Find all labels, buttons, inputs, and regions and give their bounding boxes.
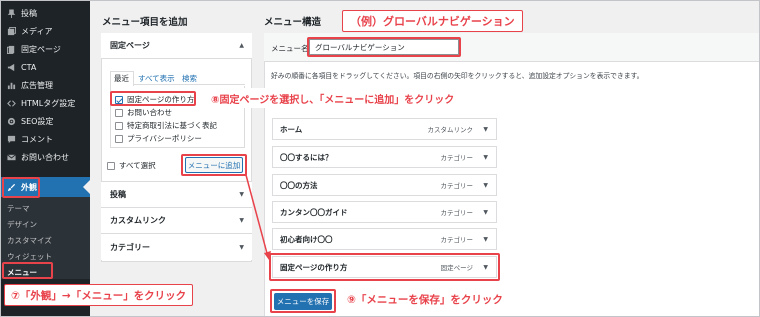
highlight-page-checkbox [110, 91, 196, 106]
checkbox[interactable] [115, 121, 123, 130]
submenu-item-customize[interactable]: カスタマイズ [7, 235, 52, 246]
checkbox[interactable] [107, 161, 115, 170]
caret-down-icon: ▼ [239, 191, 244, 198]
highlight-add-button [181, 154, 247, 176]
caret-up-icon: ▲ [239, 42, 244, 49]
pages-section-title: 固定ページ [110, 41, 150, 50]
sidebar-item-posts[interactable]: 投稿 [1, 4, 90, 22]
page-label: プライバシーポリシー [127, 134, 202, 143]
categories-accordion-header[interactable]: カテゴリー ▼ [101, 234, 252, 260]
sidebar-item-seo[interactable]: SEO設定 [1, 112, 90, 130]
pages-icon [6, 44, 16, 54]
caret-down-icon[interactable]: ▼ [483, 209, 488, 216]
sidebar-item-label: 投稿 [21, 8, 37, 18]
checkbox[interactable] [115, 108, 123, 117]
menu-name-label: メニュー名 [271, 44, 309, 53]
menu-item-label: 〇〇の方法 [280, 180, 318, 190]
checkbox[interactable] [115, 134, 123, 143]
menu-item[interactable]: 〇〇の方法 カテゴリー ▼ [272, 174, 497, 196]
page-checkbox-row[interactable]: お問い合わせ [115, 107, 172, 118]
megaphone-icon [6, 62, 16, 72]
callout-menu-name: （例）グローバルナビゲーション [342, 10, 523, 32]
sidebar-item-contact[interactable]: お問い合わせ [1, 148, 90, 166]
gear-icon [6, 116, 16, 126]
custom-links-accordion-header[interactable]: カスタムリンク ▼ [101, 208, 252, 234]
section-title: カスタムリンク [110, 216, 166, 225]
code-icon [6, 98, 16, 108]
sidebar-item-label: 固定ページ [21, 44, 61, 54]
callout-step7: ⑦「外観」→「メニュー」をクリック [4, 284, 194, 306]
menu-item-type: カテゴリー [440, 209, 474, 217]
pages-accordion-header[interactable]: 固定ページ ▲ [101, 33, 252, 59]
drag-instruction: 好みの順番に各項目をドラッグしてください。項目の右側の矢印をクリックすると、追加… [271, 72, 644, 80]
caret-down-icon[interactable]: ▼ [483, 154, 488, 161]
page-label: お問い合わせ [127, 108, 172, 117]
screenshot-frame: 投稿 メディア 固定ページ CTA 広告管理 HTMLタグ設定 SEO設定 コメ… [0, 0, 760, 317]
sidebar-item-ads[interactable]: 広告管理 [1, 76, 90, 94]
highlight-new-menu-item [269, 253, 500, 281]
caret-down-icon[interactable]: ▼ [483, 236, 488, 243]
page-checkbox-row[interactable]: 特定商取引法に基づく表記 [115, 120, 217, 131]
select-all-row[interactable]: すべて選択 [107, 160, 156, 171]
highlight-menus [2, 262, 53, 279]
pin-icon [6, 8, 16, 18]
sidebar-item-cta[interactable]: CTA [1, 58, 90, 76]
caret-down-icon: ▼ [239, 243, 244, 251]
section-title: 投稿 [110, 190, 126, 199]
sidebar-item-comments[interactable]: コメント [1, 130, 90, 148]
page-label: 特定商取引法に基づく表記 [127, 121, 217, 130]
sidebar-item-label: コメント [21, 134, 53, 144]
menu-item[interactable]: ホーム カスタムリンク ▼ [272, 118, 497, 140]
highlight-appearance [2, 177, 40, 198]
callout-step9: ⑨「メニューを保存」をクリック [341, 289, 509, 309]
menu-item-label: ホーム [280, 124, 303, 134]
callout-step8: ⑧固定ページを選択し、「メニューに追加」をクリック [205, 88, 461, 108]
menu-item[interactable]: カンタン〇〇ガイド カテゴリー ▼ [272, 201, 497, 223]
tab-view-all[interactable]: すべて表示 [138, 73, 175, 84]
caret-down-icon[interactable]: ▼ [483, 182, 488, 189]
submenu-item-themes[interactable]: テーマ [7, 203, 30, 214]
submenu-item-widgets[interactable]: ウィジェット [7, 251, 52, 262]
caret-down-icon[interactable]: ▼ [483, 126, 488, 133]
menu-item-type: カテゴリー [440, 236, 474, 244]
sidebar-item-html-tags[interactable]: HTMLタグ設定 [1, 94, 90, 112]
menu-item[interactable]: 〇〇するには？ カテゴリー ▼ [272, 146, 497, 168]
highlight-save-button [270, 289, 336, 313]
menu-item-type: カテゴリー [440, 154, 474, 162]
menu-item-label: 初心者向け〇〇 [280, 234, 333, 244]
sidebar-item-label: メディア [21, 26, 53, 36]
sidebar-item-label: HTMLタグ設定 [21, 98, 76, 108]
caret-down-icon: ▼ [239, 217, 244, 224]
menu-structure-heading: メニュー構造 [264, 17, 322, 28]
sidebar-item-label: SEO設定 [21, 116, 54, 126]
select-all-label: すべて選択 [119, 161, 156, 170]
posts-accordion-header[interactable]: 投稿 ▼ [101, 182, 252, 208]
mail-icon [6, 152, 16, 162]
add-items-heading: メニュー項目を追加 [102, 17, 188, 28]
menu-item-type: カテゴリー [440, 182, 474, 190]
sidebar-item-label: お問い合わせ [21, 152, 69, 162]
chart-icon [6, 80, 16, 90]
highlight-menu-name [307, 37, 461, 57]
sidebar-item-label: 広告管理 [21, 80, 53, 90]
comment-icon [6, 134, 16, 144]
media-icon [6, 26, 16, 36]
tab-recent[interactable]: 最近 [114, 73, 129, 84]
submenu-item-design[interactable]: デザイン [7, 219, 37, 230]
page-checkbox-row[interactable]: プライバシーポリシー [115, 133, 202, 144]
sidebar-item-pages[interactable]: 固定ページ [1, 40, 90, 58]
menu-item-label: 〇〇するには？ [280, 152, 333, 162]
sidebar-item-label: CTA [21, 62, 37, 72]
sidebar-item-media[interactable]: メディア [1, 22, 90, 40]
current-arrow [83, 180, 90, 194]
menu-item-label: カンタン〇〇ガイド [280, 207, 348, 217]
tab-search[interactable]: 検索 [182, 73, 197, 84]
section-title: カテゴリー [110, 242, 150, 252]
menu-item[interactable]: 初心者向け〇〇 カテゴリー ▼ [272, 228, 497, 250]
menu-item-type: カスタムリンク [427, 126, 474, 134]
